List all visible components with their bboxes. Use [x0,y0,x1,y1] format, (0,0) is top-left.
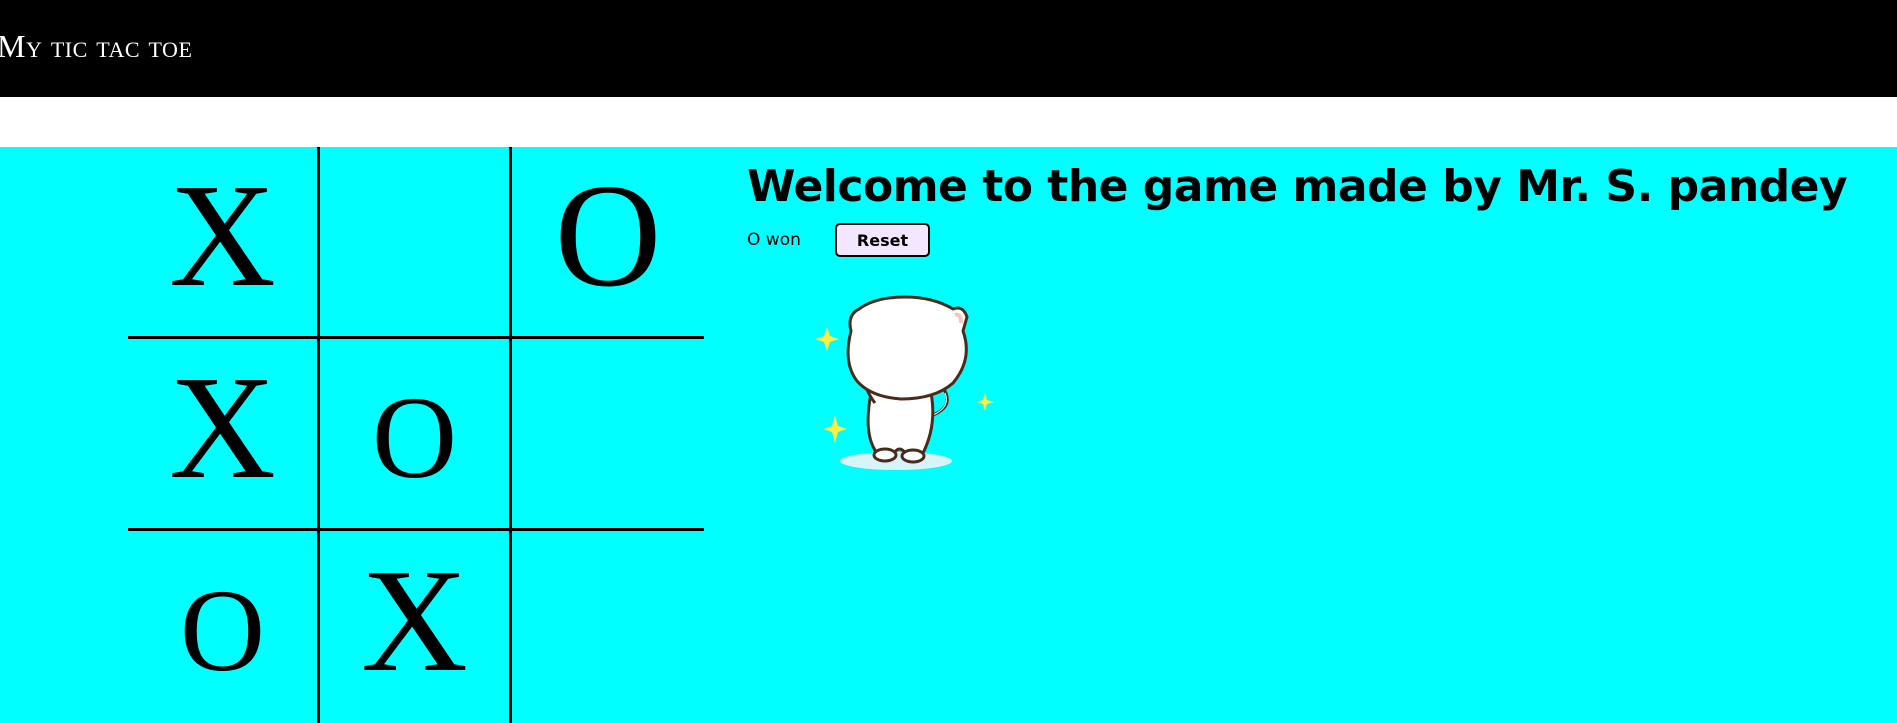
board-cell-9[interactable] [512,531,704,723]
spacer [0,97,1897,147]
cat-celebration-icon [815,295,994,470]
board-cell-1[interactable]: X [128,147,320,339]
board-cell-6[interactable] [512,339,704,531]
board-cell-7[interactable]: O [128,531,320,723]
board-cell-5[interactable]: O [320,339,512,531]
game-area: X O X O O X Welcome to the game made by … [0,147,1897,723]
board-cell-3[interactable]: O [512,147,704,339]
navbar: My tic tac toe [0,0,1897,97]
cell-mark: O [179,565,266,696]
cell-mark: X [169,345,276,510]
welcome-heading: Welcome to the game made by Mr. S. pande… [747,161,1848,212]
cell-mark: O [554,153,662,318]
cell-mark: O [371,371,458,503]
cell-mark: X [169,153,276,318]
board-cell-8[interactable]: X [320,531,512,723]
game-status: O won [747,230,801,250]
nav-title: My tic tac toe [0,28,193,64]
game-board: X O X O O X [128,147,704,723]
reset-button[interactable]: Reset [835,223,930,257]
board-cell-2[interactable] [320,147,512,339]
board-cell-4[interactable]: X [128,339,320,531]
cell-mark: X [361,539,468,703]
